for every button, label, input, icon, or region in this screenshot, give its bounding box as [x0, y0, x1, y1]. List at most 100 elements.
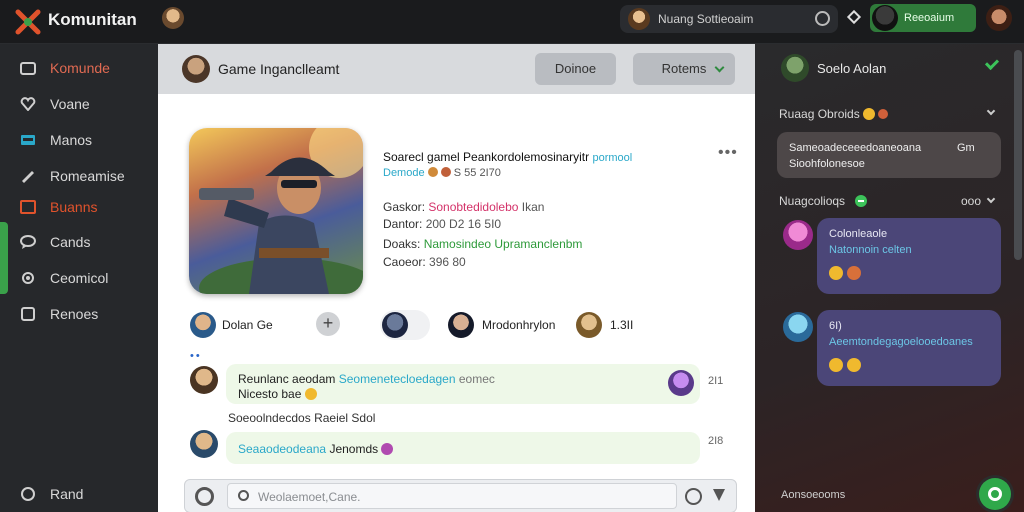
- user-name: Reeoaium: [904, 12, 955, 24]
- folder-icon: [20, 62, 36, 75]
- emoji-icon: [381, 443, 394, 455]
- new-chat-button[interactable]: [979, 478, 1011, 510]
- header-button-doinoe[interactable]: Doinoe: [535, 53, 616, 85]
- chevron-down-icon[interactable]: [986, 106, 996, 116]
- meta-value[interactable]: Namosindeo Upramanclenbm: [424, 237, 583, 251]
- meta-label: Gaskor: [383, 200, 422, 214]
- chat-icon: [20, 235, 36, 249]
- bubble-line: Sameoadeceeedoaneoana: [789, 142, 922, 154]
- logo-icon[interactable]: [14, 8, 42, 36]
- send-icon[interactable]: [713, 489, 725, 501]
- search-text: Nuang Sottieoaim: [658, 12, 754, 26]
- message-text: Seaaodeodeana Jenomds: [238, 441, 394, 456]
- user-button[interactable]: Reeoaium: [870, 4, 976, 32]
- check-icon[interactable]: [984, 55, 1000, 71]
- add-icon[interactable]: [855, 195, 867, 207]
- attach-icon[interactable]: [195, 487, 214, 506]
- message-input[interactable]: Weolaemoet,Cane.: [227, 483, 677, 509]
- header-dropdown-rotems[interactable]: Rotems: [633, 53, 735, 85]
- emoji-icon: [878, 109, 889, 119]
- avatar[interactable]: [190, 312, 216, 338]
- avatar[interactable]: [781, 54, 809, 82]
- section-title: Nuagcolioqs: [779, 194, 845, 208]
- emoji-icon: [427, 167, 438, 177]
- scrollbar[interactable]: [1014, 50, 1022, 260]
- sidebar-item-voane[interactable]: Voane: [0, 89, 158, 119]
- section-title-text: Nuagcolioqs: [779, 194, 846, 208]
- section-title-text: Ruaag Obroids: [779, 107, 860, 121]
- add-player-button[interactable]: +: [316, 312, 340, 336]
- section-title: Ruaag Obroids: [779, 106, 889, 121]
- card-line: Colonleaole: [829, 228, 888, 240]
- sidebar-item-ceomicol[interactable]: Ceomicol: [0, 263, 158, 293]
- avatar[interactable]: [190, 430, 218, 458]
- section-more[interactable]: ooo: [961, 194, 981, 208]
- refresh-icon[interactable]: [815, 11, 830, 26]
- sidebar-item-komunde[interactable]: Komunde: [0, 53, 158, 83]
- right-panel: Soelo Aolan Ruaag Obroids Sameoadeceeedo…: [755, 44, 1024, 512]
- sidebar-item-renoes[interactable]: Renoes: [0, 299, 158, 329]
- message-mention[interactable]: Seaaodeodeana: [238, 442, 326, 456]
- emoji-icon: [829, 266, 843, 280]
- meta-row-1: Gaskor: Sonobtedidolebo Ikan: [383, 200, 545, 214]
- card-line: Natonnoin celten: [829, 244, 912, 256]
- card-subtitle-accent[interactable]: Demode: [383, 167, 425, 179]
- meta-row-3: Doaks: Namosindeo Upramanclenbm: [383, 237, 583, 251]
- chat-card[interactable]: 6I) Aeemtondegagoelooedoanes: [817, 310, 1001, 386]
- bubble-line: Sioohfolonesoe: [789, 158, 865, 170]
- emoji-icon: [863, 108, 876, 120]
- card-subtitle: Demode S 55 2I70: [383, 166, 501, 179]
- emoji-icon: [304, 388, 317, 400]
- compose-bar: Weolaemoet,Cane.: [184, 479, 737, 512]
- avatar[interactable]: [448, 312, 474, 338]
- meta-value: 200 D2 16 5I0: [425, 217, 502, 231]
- sidebar-footer-label: Rand: [50, 486, 84, 502]
- search-bar[interactable]: Nuang Sottieoaim: [620, 5, 838, 33]
- chat-card[interactable]: Colonleaole Natonnoin celten: [817, 218, 1001, 294]
- sidebar-item-buanns[interactable]: Buanns: [0, 192, 158, 222]
- chat-bubble[interactable]: Sameoadeceeedoaneoana Sioohfolonesoe Gm: [777, 132, 1001, 178]
- avatar: [382, 312, 408, 338]
- message-line: Nicesto bae: [238, 386, 317, 401]
- message-mention[interactable]: Seomenetecloedagen: [339, 372, 456, 386]
- top-bar: Komunitan Nuang Sottieoaim Reeoaium: [0, 0, 1024, 44]
- message-body: Nicesto bae: [238, 387, 302, 401]
- bubble-side: Gm: [957, 142, 975, 154]
- avatar[interactable]: [190, 366, 218, 394]
- avatar[interactable]: [162, 7, 184, 29]
- avatar[interactable]: [783, 312, 813, 342]
- sidebar-item-cands[interactable]: Cands: [0, 227, 158, 257]
- avatar[interactable]: [783, 220, 813, 250]
- player-pill[interactable]: [380, 310, 430, 340]
- diamond-icon[interactable]: [846, 9, 862, 25]
- emoji-icon: [829, 358, 843, 372]
- player-name[interactable]: Mrodonhrylon: [482, 318, 555, 332]
- message-input-placeholder: Weolaemoet,Cane.: [258, 490, 361, 504]
- search-icon: [238, 490, 249, 501]
- message-time: 2I1: [708, 375, 724, 387]
- card-title-accent[interactable]: pormool: [592, 152, 632, 164]
- sidebar-item-romeamise[interactable]: Romeamise: [0, 161, 158, 191]
- sidebar-footer-item[interactable]: Rand: [0, 479, 158, 509]
- emoji-picker-icon[interactable]: [685, 488, 702, 505]
- message-body: Jenomds: [329, 442, 379, 456]
- meta-value[interactable]: Sonobtedidolebo: [428, 200, 518, 214]
- brand-name[interactable]: Komunitan: [48, 10, 137, 30]
- meta-extra: Ikan: [521, 200, 545, 214]
- avatar[interactable]: [182, 55, 210, 83]
- chevron-down-icon[interactable]: [986, 194, 996, 204]
- player-name[interactable]: Dolan Ge: [222, 318, 273, 332]
- meta-row-2: Dantor: 200 D2 16 5I0: [383, 217, 502, 231]
- sidebar: Komunde Voane Manos Romeamise Buanns Can…: [0, 44, 158, 512]
- card-subtitle-text: S 55 2I70: [453, 167, 501, 179]
- pencil-icon: [22, 171, 34, 183]
- sidebar-item-manos[interactable]: Manos: [0, 125, 158, 155]
- avatar[interactable]: [576, 312, 602, 338]
- profile-avatar[interactable]: [986, 5, 1012, 31]
- game-cover-image[interactable]: [189, 128, 363, 294]
- avatar[interactable]: [668, 370, 694, 396]
- meta-label: Dantor: [383, 217, 420, 231]
- card-line: 6I): [829, 320, 842, 332]
- more-options-icon[interactable]: •••: [718, 144, 738, 162]
- dropdown-label: Rotems: [661, 61, 707, 76]
